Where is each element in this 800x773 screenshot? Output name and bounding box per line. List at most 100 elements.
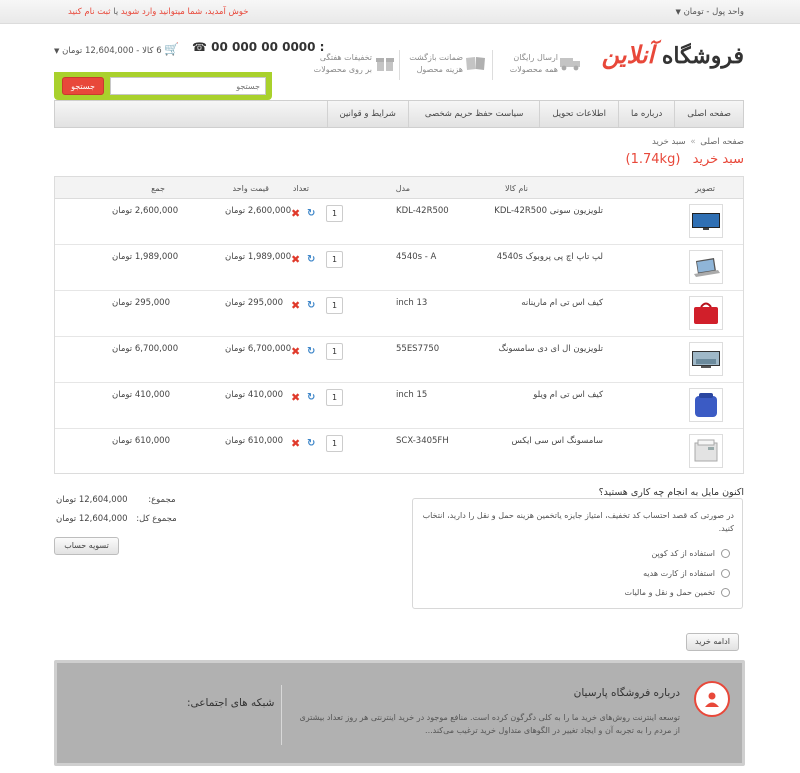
nav-item-home[interactable]: صفحه اصلی — [674, 101, 743, 127]
subtotal-label: مجموع: — [148, 495, 176, 505]
option-gift-card[interactable]: استفاده از کارت هدیه — [643, 569, 730, 578]
currency-selector[interactable]: واحد پول - تومان ▼ — [675, 7, 744, 17]
tv-icon[interactable] — [689, 204, 723, 238]
store-logo[interactable]: فروشگاه آنلاین — [602, 34, 744, 90]
feature-divider — [399, 50, 400, 80]
nav-item-terms[interactable]: شرایط و قوانین — [326, 101, 408, 127]
nav-item-about[interactable]: درباره ما — [618, 101, 674, 127]
feature-money-back: ضمانت بازگشت هزینه محصول — [409, 53, 463, 74]
quantity-input[interactable]: 1 — [326, 251, 343, 268]
red-bag-icon[interactable] — [689, 296, 723, 330]
about-title: درباره فروشگاه پارسیان — [573, 687, 680, 699]
cart-summary-text: 6 کالا - 12,604,000 تومان — [62, 46, 162, 56]
radio-button[interactable] — [721, 569, 730, 578]
remove-icon[interactable]: ✖ — [291, 253, 300, 266]
table-row: کیف اس تی ام ویلو inch 15 1 ↻ ✖ 410,000 … — [55, 383, 743, 429]
refresh-icon[interactable]: ↻ — [307, 392, 315, 403]
radio-button[interactable] — [721, 588, 730, 597]
radio-button[interactable] — [721, 549, 730, 558]
product-model: 4540s - A — [396, 252, 437, 262]
product-name[interactable]: تلویزیون ال ای دی سامسونگ — [498, 344, 603, 354]
tv-icon[interactable] — [689, 342, 723, 376]
footer-divider — [281, 685, 282, 745]
row-total: 410,000 تومان — [112, 390, 170, 400]
feature-divider — [492, 50, 493, 80]
unit-price: 410,000 تومان — [225, 390, 283, 400]
table-row: کیف اس تی ام مارینانه inch 13 1 ↻ ✖ 295,… — [55, 291, 743, 337]
footer: درباره فروشگاه پارسیان توسعه اینترنت روش… — [54, 660, 745, 766]
remove-icon[interactable]: ✖ — [291, 345, 300, 358]
header-unit-price: قیمت واحد — [232, 184, 270, 193]
refresh-icon[interactable]: ↻ — [307, 346, 315, 357]
laptop-icon[interactable] — [689, 250, 723, 284]
product-name[interactable]: سامسونگ اس سی ایکس — [511, 436, 603, 446]
quantity-input[interactable]: 1 — [326, 435, 343, 452]
feature-weekly-discounts: تخفیفات هفتگی بر روی محصولات — [313, 53, 372, 74]
option-shipping-estimate[interactable]: تخمین حمل و نقل و مالیات — [625, 588, 730, 597]
header-image: تصویر — [695, 184, 715, 193]
product-name[interactable]: کیف اس تی ام مارینانه — [521, 298, 603, 308]
social-title: شبکه های اجتماعی: — [187, 697, 275, 709]
row-total: 6,700,000 تومان — [112, 344, 179, 354]
main-navigation: صفحه اصلی درباره ما اطلاعات تحویل سیاست … — [54, 100, 744, 128]
welcome-prefix: خوش آمدید، شما میتوانید — [159, 7, 249, 17]
cart-summary[interactable]: 🛒 6 کالا - 12,604,000 تومان ▼ — [54, 42, 179, 56]
option-coupon[interactable]: استفاده از کد کوپن — [651, 549, 730, 558]
user-icon — [694, 681, 730, 717]
printer-icon[interactable] — [689, 434, 723, 468]
product-name[interactable]: لپ تاپ اچ پی پروبوک 4540s — [497, 252, 603, 262]
welcome-message: خوش آمدید، شما میتوانید وارد شوید یا ثبت… — [68, 7, 249, 17]
refresh-icon[interactable]: ↻ — [307, 254, 315, 265]
login-link[interactable]: وارد شوید — [121, 7, 156, 17]
top-bar: واحد پول - تومان ▼ خوش آمدید، شما میتوان… — [0, 0, 800, 24]
breadcrumb-current[interactable]: سبد خرید — [652, 137, 686, 147]
quantity-input[interactable]: 1 — [326, 343, 343, 360]
chevron-down-icon: ▼ — [675, 8, 681, 16]
quantity-input[interactable]: 1 — [326, 297, 343, 314]
nav-item-delivery[interactable]: اطلاعات تحویل — [539, 101, 618, 127]
breadcrumb-home[interactable]: صفحه اصلی — [700, 137, 744, 147]
row-total: 2,600,000 تومان — [112, 206, 179, 216]
option-label: استفاده از کد کوپن — [651, 549, 715, 558]
quantity-input[interactable]: 1 — [326, 389, 343, 406]
quantity-input[interactable]: 1 — [326, 205, 343, 222]
refresh-icon[interactable]: ↻ — [307, 438, 315, 449]
currency-label: واحد پول - تومان — [683, 7, 744, 17]
nav-item-privacy[interactable]: سیاست حفظ حریم شخصی — [407, 101, 540, 127]
checkout-button[interactable]: تسویه حساب — [54, 537, 119, 555]
register-link[interactable]: ثبت نام کنید — [68, 7, 111, 17]
subtotal-row: مجموع: 12,604,000 تومان — [56, 495, 176, 505]
blue-bag-icon[interactable] — [689, 388, 723, 422]
page-title-text: سبد خرید — [692, 152, 744, 167]
continue-shopping-button[interactable]: ادامه خرید — [686, 633, 739, 651]
breadcrumb: صفحه اصلی » سبد خرید — [652, 137, 744, 147]
header-name: نام کالا — [505, 184, 528, 193]
truck-icon — [560, 55, 582, 71]
table-row: سامسونگ اس سی ایکس SCX-3405FH 1 ↻ ✖ 610,… — [55, 429, 743, 475]
product-name[interactable]: تلویزیون سونی KDL-42R500 — [494, 206, 603, 216]
row-total: 295,000 تومان — [112, 298, 170, 308]
search-button[interactable]: جستجو — [62, 77, 104, 95]
unit-price: 1,989,000 تومان — [225, 252, 292, 262]
product-name[interactable]: کیف اس تی ام ویلو — [533, 390, 603, 400]
remove-icon[interactable]: ✖ — [291, 207, 300, 220]
cart-icon: 🛒 — [164, 42, 180, 56]
refresh-icon[interactable]: ↻ — [307, 208, 315, 219]
search-input[interactable] — [110, 77, 266, 95]
grand-total-value: 12,604,000 تومان — [56, 514, 128, 524]
cart-weight: (1.74kg) — [625, 152, 681, 167]
grand-total-row: مجموع کل: 12,604,000 تومان — [56, 514, 177, 524]
table-row: تلویزیون ال ای دی سامسونگ 55ES7750 1 ↻ ✖… — [55, 337, 743, 383]
grand-total-label: مجموع کل: — [136, 514, 177, 524]
logo-text: فروشگاه آنلاین — [602, 40, 744, 69]
row-total: 1,989,000 تومان — [112, 252, 179, 262]
remove-icon[interactable]: ✖ — [291, 437, 300, 450]
remove-icon[interactable]: ✖ — [291, 299, 300, 312]
product-model: SCX-3405FH — [396, 436, 449, 446]
unit-price: 610,000 تومان — [225, 436, 283, 446]
search-panel: جستجو — [54, 72, 272, 100]
remove-icon[interactable]: ✖ — [291, 391, 300, 404]
option-label: استفاده از کارت هدیه — [643, 569, 715, 578]
refresh-icon[interactable]: ↻ — [307, 300, 315, 311]
logo-accent: آنلاین — [601, 40, 655, 69]
